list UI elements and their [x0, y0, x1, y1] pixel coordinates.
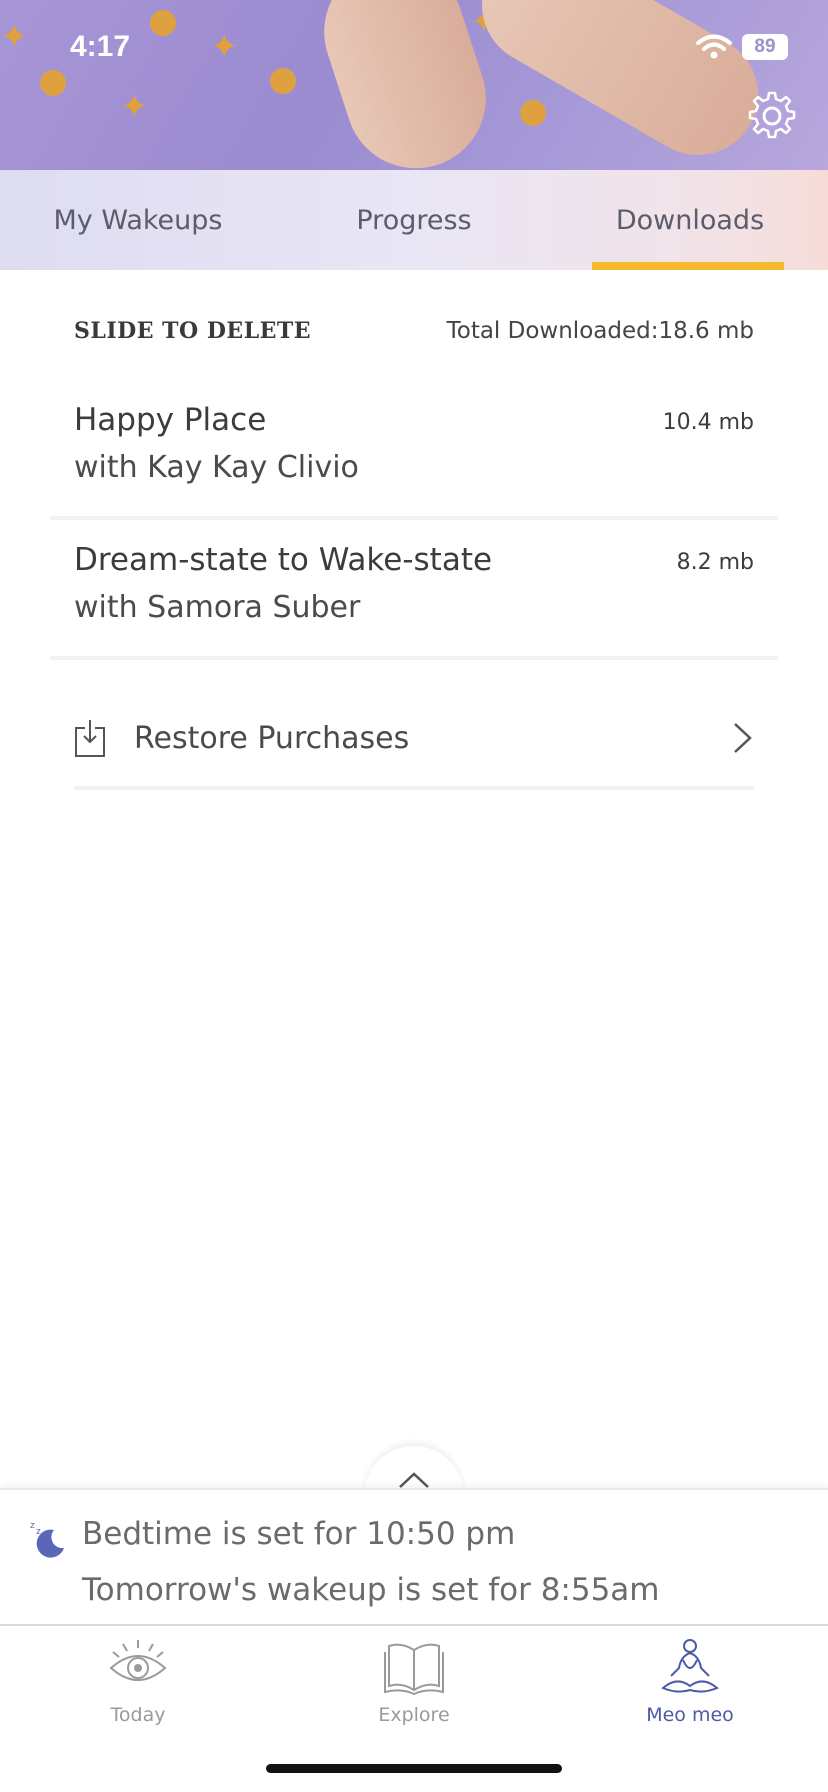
star-decoration: ✦: [0, 17, 29, 57]
download-size: 8.2 mb: [676, 550, 754, 575]
dot-decoration: [40, 70, 66, 96]
total-downloaded: Total Downloaded:18.6 mb: [447, 318, 754, 344]
nav-label: Meo meo: [646, 1704, 734, 1726]
chevron-up-icon: [399, 1472, 429, 1488]
svg-text:z: z: [30, 1521, 35, 1531]
eye-icon: [109, 1640, 167, 1681]
download-title: Happy Place: [74, 402, 267, 438]
slide-to-delete-hint: SLIDE TO DELETE: [74, 318, 312, 344]
meditation-icon: [661, 1639, 719, 1693]
status-icons: 89: [696, 34, 788, 60]
download-subtitle: with Samora Suber: [74, 590, 361, 625]
star-decoration: ✦: [210, 27, 239, 67]
tab-my-wakeups[interactable]: My Wakeups: [0, 170, 276, 270]
wakeup-text: Tomorrow's wakeup is set for 8:55am: [82, 1572, 660, 1608]
star-decoration: ✦: [120, 87, 149, 127]
chevron-right-icon: [734, 723, 752, 753]
nav-meo-meo[interactable]: Meo meo: [552, 1626, 828, 1792]
restore-purchases-label: Restore Purchases: [134, 720, 410, 756]
dot-decoration: [520, 100, 546, 126]
moon-sleep-icon: z z: [30, 1521, 64, 1558]
header-image: ✦ ✦ ✦ ✦ ✦ ✦ 4:17 89: [0, 0, 828, 170]
nav-label: Explore: [378, 1704, 450, 1726]
restore-purchases-row[interactable]: Restore Purchases: [74, 690, 754, 790]
battery-indicator: 89: [742, 34, 788, 60]
status-time: 4:17: [70, 30, 131, 63]
downloads-summary: SLIDE TO DELETE Total Downloaded:18.6 mb: [74, 318, 754, 344]
total-downloaded-value: 18.6 mb: [658, 318, 754, 344]
gear-icon[interactable]: [746, 90, 798, 142]
download-item[interactable]: Dream-state to Wake-state with Samora Su…: [50, 520, 778, 660]
nav-today[interactable]: Today: [0, 1626, 276, 1792]
tab-downloads[interactable]: Downloads: [552, 170, 828, 270]
download-tray-icon: [75, 720, 105, 757]
tab-bar: My Wakeups Progress Downloads: [0, 170, 828, 270]
dot-decoration: [150, 10, 176, 36]
nav-label: Today: [110, 1704, 166, 1726]
download-size: 10.4 mb: [662, 410, 754, 435]
dot-decoration: [270, 68, 296, 94]
home-indicator: [266, 1764, 562, 1773]
download-item[interactable]: Happy Place with Kay Kay Clivio 10.4 mb: [50, 380, 778, 520]
svg-text:z: z: [36, 1527, 41, 1537]
bedtime-text: Bedtime is set for 10:50 pm: [82, 1516, 516, 1552]
download-subtitle: with Kay Kay Clivio: [74, 450, 359, 485]
download-title: Dream-state to Wake-state: [74, 542, 493, 578]
wifi-icon: [696, 34, 732, 59]
total-downloaded-label: Total Downloaded:: [446, 318, 659, 344]
leg-image: [460, 0, 780, 170]
book-icon: [384, 1643, 444, 1696]
bedtime-panel[interactable]: z z Bedtime is set for 10:50 pm Tomorrow…: [0, 1488, 828, 1624]
tab-progress[interactable]: Progress: [276, 170, 552, 270]
